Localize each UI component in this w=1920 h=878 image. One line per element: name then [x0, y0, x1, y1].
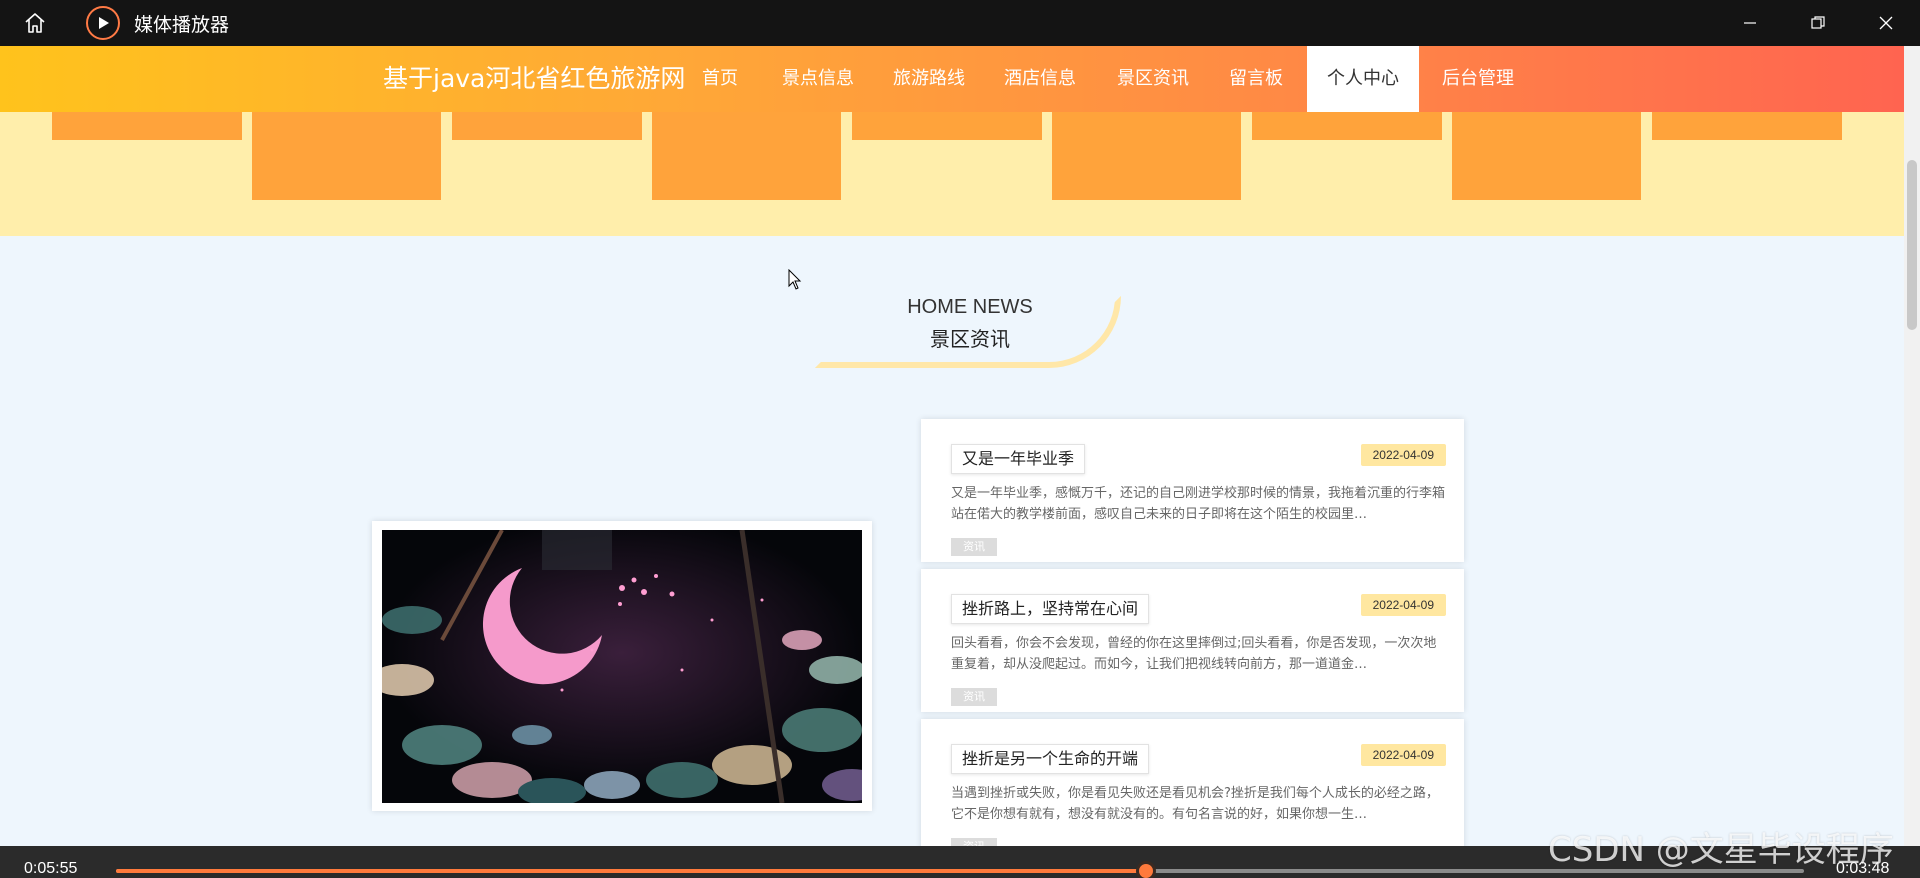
seek-bar-progress	[116, 869, 1146, 873]
elapsed-time: 0:05:55	[24, 860, 78, 877]
close-icon	[1879, 16, 1893, 30]
play-icon	[99, 17, 109, 29]
scrollbar-thumb[interactable]	[1907, 160, 1917, 330]
news-video-card[interactable]	[372, 521, 872, 811]
nav-hotels[interactable]: 酒店信息	[992, 46, 1088, 112]
vertical-scrollbar[interactable]	[1904, 46, 1920, 846]
section-title: HOME NEWS 景区资讯	[820, 296, 1120, 352]
nav-message-board[interactable]: 留言板	[1217, 46, 1295, 112]
decorative-block	[1652, 112, 1842, 140]
decorative-band	[0, 112, 1904, 236]
news-date: 2022-04-09	[1360, 744, 1446, 766]
news-tag: 资讯	[951, 688, 997, 706]
decorative-block	[252, 112, 441, 200]
home-button[interactable]	[0, 0, 70, 46]
news-summary: 回头看看，你会不会发现，曾经的你在这里摔倒过;回头看看，你是否发现，一次次地重复…	[951, 636, 1437, 672]
restore-icon	[1811, 16, 1825, 29]
section-title-cn: 景区资讯	[930, 327, 1010, 351]
video-frame: 基于java河北省红色旅游网 首页 景点信息 旅游路线 酒店信息 景区资讯 留言…	[0, 46, 1904, 846]
news-summary: 当遇到挫折或失败，你是看见失败还是看见机会?挫折是我们每个人成长的必经之路，它不…	[951, 786, 1439, 822]
minimize-button[interactable]	[1716, 0, 1784, 46]
news-card[interactable]: 挫折路上，坚持常在心间 2022-04-09 回头看看，你会不会发现，曾经的你在…	[921, 569, 1464, 712]
news-title[interactable]: 挫折是另一个生命的开端	[951, 744, 1150, 774]
home-icon	[25, 13, 45, 33]
night-moon-illustration	[382, 530, 862, 803]
news-card[interactable]: 挫折是另一个生命的开端 2022-04-09 当遇到挫折或失败，你是看见失败还是…	[921, 719, 1464, 846]
minimize-icon	[1744, 22, 1756, 24]
decorative-block	[1052, 112, 1241, 200]
news-title[interactable]: 挫折路上，坚持常在心间	[951, 594, 1150, 624]
app-icon	[86, 6, 120, 40]
news-title[interactable]: 又是一年毕业季	[951, 444, 1086, 474]
section-title-en: HOME NEWS	[907, 296, 1033, 318]
decorative-block	[1452, 112, 1641, 200]
decorative-block	[52, 112, 242, 140]
mouse-cursor-icon	[788, 269, 802, 290]
restore-button[interactable]	[1784, 0, 1852, 46]
nav-routes[interactable]: 旅游路线	[881, 46, 977, 112]
watermark: CSDN @文星毕设程序	[1548, 830, 1894, 870]
nav-home[interactable]: 首页	[682, 46, 758, 112]
news-video[interactable]	[382, 530, 862, 803]
site-brand: 基于java河北省红色旅游网	[383, 64, 686, 93]
close-button[interactable]	[1852, 0, 1920, 46]
news-date: 2022-04-09	[1360, 444, 1446, 466]
decorative-block	[452, 112, 642, 140]
window-title: 媒体播放器	[134, 13, 230, 36]
news-date: 2022-04-09	[1360, 594, 1446, 616]
nav-admin[interactable]: 后台管理	[1430, 46, 1526, 112]
decorative-block	[1252, 112, 1442, 140]
seek-handle[interactable]	[1135, 861, 1156, 878]
window-title-bar: 媒体播放器	[0, 0, 1920, 46]
news-card[interactable]: 又是一年毕业季 2022-04-09 又是一年毕业季，感慨万千，还记的自己刚进学…	[921, 419, 1464, 562]
decorative-block	[652, 112, 841, 200]
news-tag: 资讯	[951, 838, 997, 846]
news-tag: 资讯	[951, 538, 997, 556]
news-summary: 又是一年毕业季，感慨万千，还记的自己刚进学校那时候的情景，我拖着沉重的行李箱站在…	[951, 486, 1446, 522]
nav-news[interactable]: 景区资讯	[1105, 46, 1201, 112]
decorative-block	[852, 112, 1042, 140]
site-top-nav: 基于java河北省红色旅游网 首页 景点信息 旅游路线 酒店信息 景区资讯 留言…	[0, 46, 1904, 112]
nav-personal-center[interactable]: 个人中心	[1307, 46, 1419, 112]
nav-attractions[interactable]: 景点信息	[770, 46, 866, 112]
